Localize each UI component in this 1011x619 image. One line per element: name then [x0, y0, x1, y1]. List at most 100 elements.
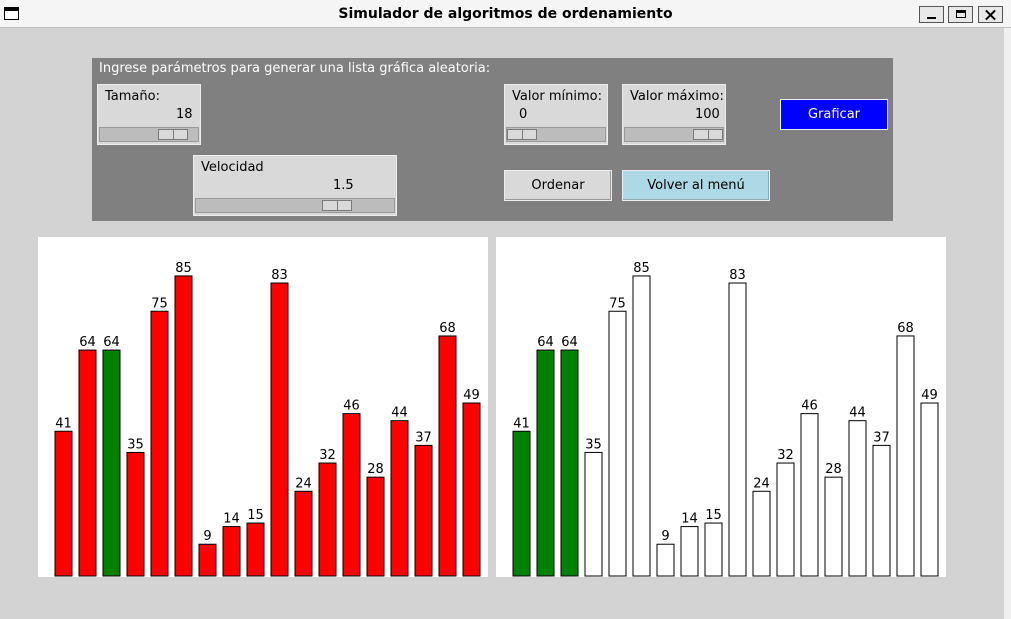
bar [608, 310, 627, 577]
bar-value-label: 44 [849, 406, 866, 421]
original-list-canvas: 41 64 64 35 75 85 9 14 15 83 24 32 46 28 44 37 68 49 [38, 237, 488, 577]
bar [752, 490, 771, 577]
bar [584, 451, 603, 577]
bar-value-label: 35 [127, 437, 144, 452]
max-value: 100 [695, 107, 720, 122]
bar-value-label: 46 [343, 399, 360, 414]
bar [102, 349, 121, 577]
min-value-slider-handle[interactable] [507, 129, 537, 140]
maximize-icon[interactable] [948, 6, 973, 23]
bar-value-label: 32 [777, 448, 794, 463]
bar [54, 430, 73, 577]
back-to-menu-button[interactable]: Volver al menú [622, 170, 770, 201]
bar [270, 282, 289, 577]
bar-value-label: 85 [175, 261, 192, 276]
size-scale[interactable]: Tamaño: 18 [97, 84, 201, 145]
bar [414, 444, 433, 577]
title-bar: Simulador de algoritmos de ordenamiento [0, 0, 1011, 28]
min-value: 0 [519, 107, 528, 122]
sorted-list-canvas: 41 64 64 35 75 85 9 14 15 83 24 32 46 28 44 37 68 49 [496, 237, 946, 577]
bar-value-label: 64 [561, 335, 578, 350]
bar-value-label: 37 [873, 430, 890, 445]
bar-value-label: 75 [151, 296, 168, 311]
bar-value-label: 83 [271, 268, 288, 283]
window-border [1004, 28, 1011, 619]
bar-value-label: 32 [319, 448, 336, 463]
max-value-slider-handle[interactable] [693, 129, 723, 140]
plot-button[interactable]: Graficar [780, 99, 888, 130]
sort-button[interactable]: Ordenar [504, 170, 612, 201]
bar [198, 543, 217, 577]
bar [512, 430, 531, 577]
bar-value-label: 28 [367, 462, 384, 477]
bar-value-label: 14 [681, 512, 698, 527]
bar-value-label: 37 [415, 430, 432, 445]
bar [656, 543, 675, 577]
bar-value-label: 24 [295, 476, 312, 491]
speed-trough[interactable] [195, 198, 395, 213]
size-trough[interactable] [99, 127, 199, 142]
max-value-trough[interactable] [624, 127, 724, 142]
original-bar-chart: 41 64 64 35 75 85 9 14 15 83 24 32 46 28 44 37 68 49 [54, 261, 481, 577]
bar [462, 402, 481, 577]
bar [560, 349, 579, 577]
bar [920, 402, 939, 577]
speed-scale[interactable]: Velocidad 1.5 [193, 155, 397, 216]
bar [776, 462, 795, 577]
bar [294, 490, 313, 577]
bar [848, 420, 867, 577]
minimize-icon[interactable] [919, 6, 944, 23]
speed-label: Velocidad [201, 160, 264, 175]
bar-value-label: 83 [729, 268, 746, 283]
bar [318, 462, 337, 577]
bar [78, 349, 97, 577]
bar [438, 335, 457, 577]
bar [150, 310, 169, 577]
bar-value-label: 64 [537, 335, 554, 350]
bar [536, 349, 555, 577]
speed-slider-handle[interactable] [322, 200, 352, 211]
sorting-bar-chart: 41 64 64 35 75 85 9 14 15 83 24 32 46 28 44 37 68 49 [512, 261, 939, 577]
parameters-panel: Ingrese parámetros para generar una list… [92, 58, 893, 221]
bar-value-label: 15 [705, 508, 722, 523]
bar-value-label: 41 [513, 416, 530, 431]
bar-value-label: 35 [585, 437, 602, 452]
bar-value-label: 49 [921, 388, 938, 403]
bar-value-label: 15 [247, 508, 264, 523]
size-slider-handle[interactable] [157, 129, 188, 140]
max-value-label: Valor máximo: [630, 89, 724, 104]
bar [246, 522, 265, 577]
bar-value-label: 75 [609, 296, 626, 311]
bar [824, 476, 843, 577]
bar [896, 335, 915, 577]
bar-value-label: 64 [79, 335, 96, 350]
size-value: 18 [176, 107, 193, 122]
bar-value-label: 46 [801, 399, 818, 414]
bar-value-label: 49 [463, 388, 480, 403]
bar [342, 413, 361, 577]
min-value-scale[interactable]: Valor mínimo: 0 [504, 84, 608, 145]
bar [126, 451, 145, 577]
speed-value: 1.5 [333, 178, 354, 193]
bar-value-label: 64 [103, 335, 120, 350]
bar [728, 282, 747, 577]
bar [174, 275, 193, 577]
max-value-scale[interactable]: Valor máximo: 100 [622, 84, 726, 145]
size-label: Tamaño: [105, 89, 160, 104]
bar-value-label: 24 [753, 476, 770, 491]
bar-value-label: 85 [633, 261, 650, 276]
bar-value-label: 9 [203, 529, 211, 544]
window-title: Simulador de algoritmos de ordenamiento [338, 6, 673, 22]
bar [872, 444, 891, 577]
bar [632, 275, 651, 577]
min-value-trough[interactable] [506, 127, 606, 142]
bar [800, 413, 819, 577]
bar-value-label: 9 [661, 529, 669, 544]
bar [366, 476, 385, 577]
close-icon[interactable] [978, 6, 1003, 23]
bar-value-label: 28 [825, 462, 842, 477]
bar-value-label: 14 [223, 512, 240, 527]
bar [222, 526, 241, 577]
bar [390, 420, 409, 577]
min-value-label: Valor mínimo: [512, 89, 603, 104]
